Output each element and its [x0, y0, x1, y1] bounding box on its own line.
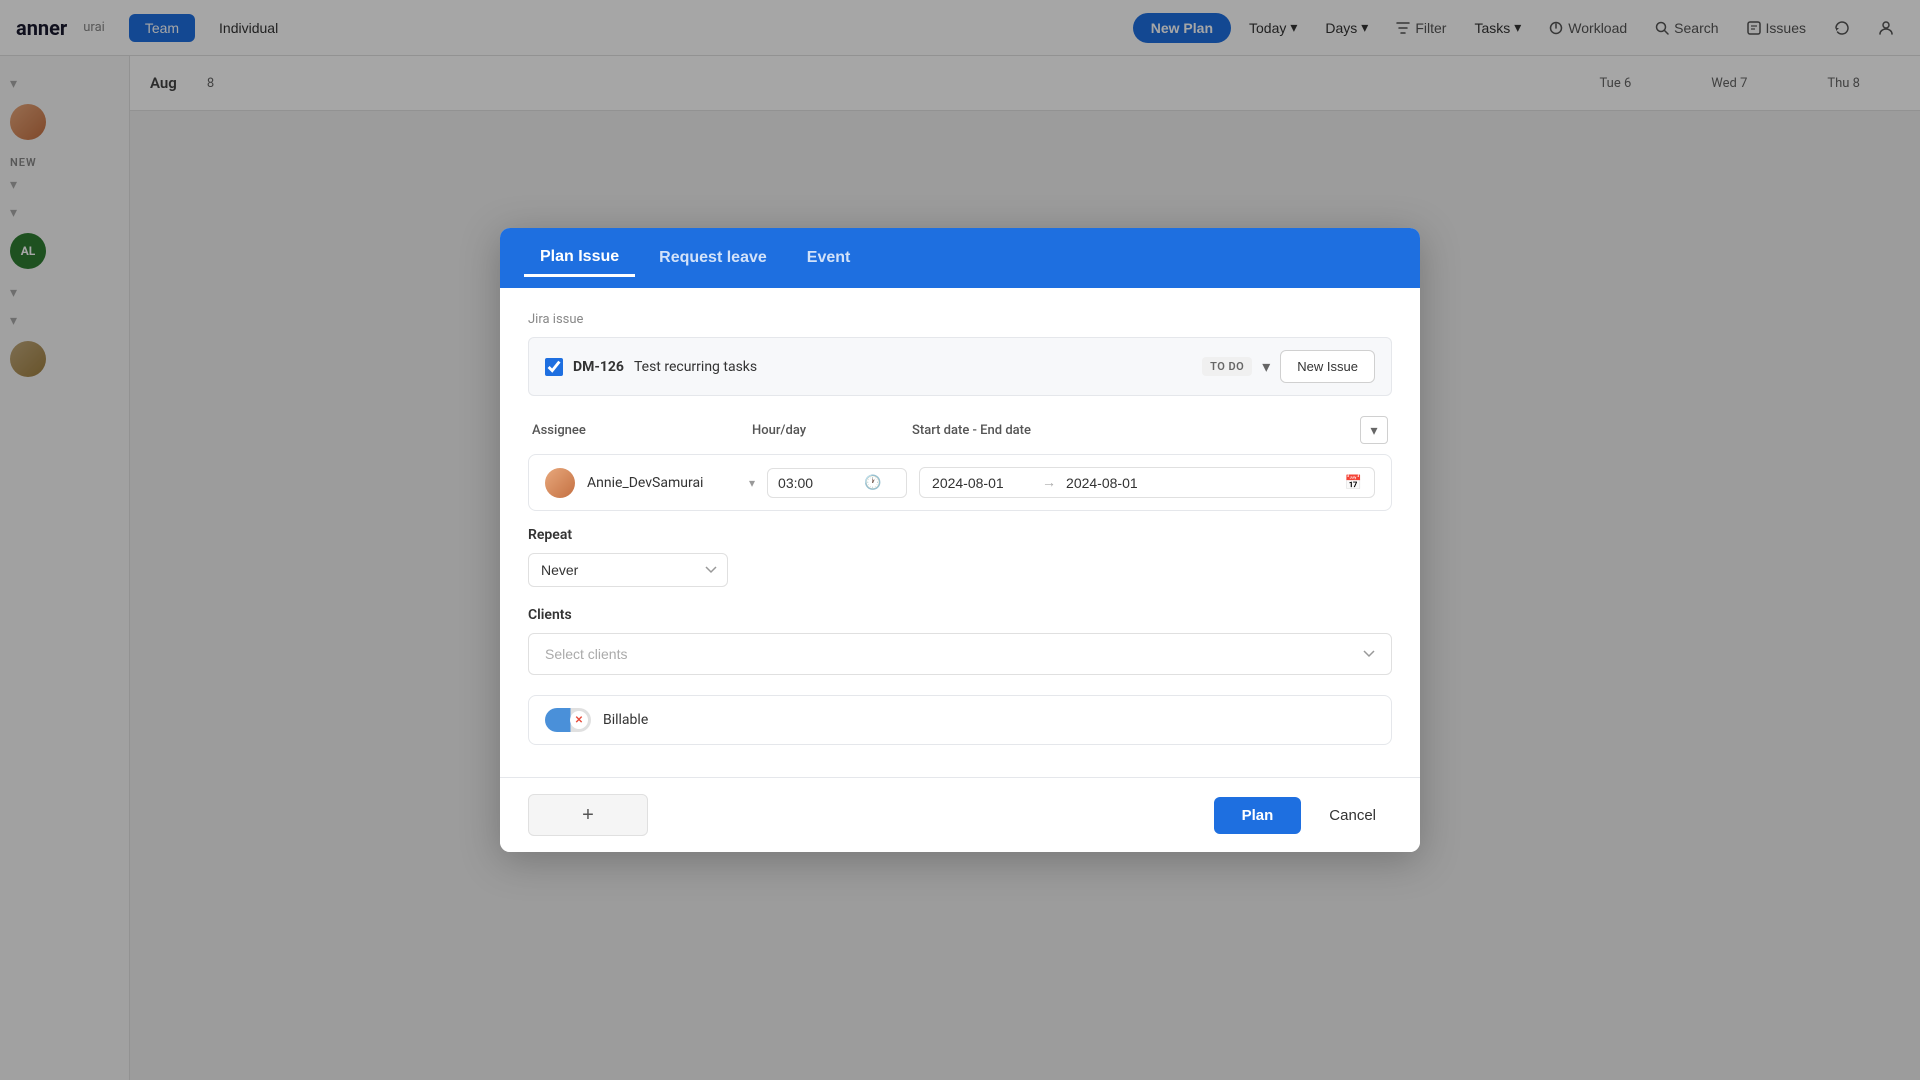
tab-plan-issue[interactable]: Plan Issue — [524, 240, 635, 277]
add-row-button[interactable]: + — [528, 794, 648, 836]
issue-status-badge: TO DO — [1202, 357, 1252, 376]
new-issue-button[interactable]: New Issue — [1280, 350, 1375, 383]
jira-section-label: Jira issue — [528, 312, 1392, 327]
issue-checkbox[interactable] — [545, 358, 563, 376]
hours-input[interactable] — [778, 475, 858, 491]
date-arrow-icon: → — [1042, 474, 1056, 491]
issue-id: DM-126 — [573, 359, 624, 375]
repeat-select[interactable]: Never Daily Weekly Monthly — [528, 553, 728, 587]
start-date-input[interactable] — [932, 475, 1032, 491]
plan-button[interactable]: Plan — [1214, 797, 1302, 834]
th-assignee: Assignee — [532, 423, 752, 438]
assignee-avatar — [545, 468, 575, 498]
issue-dropdown-button[interactable]: ▾ — [1262, 357, 1270, 377]
issue-row: DM-126 Test recurring tasks TO DO ▾ New … — [528, 337, 1392, 396]
modal-footer: + Plan Cancel — [500, 777, 1420, 852]
billable-row: ✕ Billable — [528, 695, 1392, 745]
issue-title: Test recurring tasks — [634, 359, 1192, 375]
th-hours: Hour/day — [752, 423, 912, 438]
hours-field: 🕐 — [767, 468, 907, 498]
clients-section-label: Clients — [528, 607, 1392, 623]
assignee-name[interactable]: Annie_DevSamurai — [587, 475, 737, 491]
toggle-x-icon: ✕ — [575, 715, 583, 726]
clients-select[interactable]: Select clients — [528, 633, 1392, 675]
modal-tabs-header: Plan Issue Request leave Event — [500, 228, 1420, 288]
billable-toggle[interactable]: ✕ — [545, 708, 591, 732]
dates-field: → 📅 — [919, 467, 1375, 498]
tab-request-leave[interactable]: Request leave — [643, 241, 783, 275]
calendar-icon[interactable]: 📅 — [1345, 475, 1362, 491]
tab-event[interactable]: Event — [791, 241, 867, 275]
toggle-track[interactable]: ✕ — [545, 708, 591, 732]
cancel-button[interactable]: Cancel — [1313, 797, 1392, 834]
clock-icon: 🕐 — [864, 475, 881, 491]
billable-label: Billable — [603, 712, 648, 728]
expand-button[interactable]: ▾ — [1360, 416, 1388, 444]
th-dates: Start date - End date — [912, 423, 1352, 438]
assignee-chevron-icon: ▾ — [749, 476, 755, 490]
toggle-knob: ✕ — [570, 711, 588, 729]
assignee-row: Annie_DevSamurai ▾ 🕐 → 📅 — [528, 454, 1392, 511]
plan-issue-modal: Plan Issue Request leave Event Jira issu… — [500, 228, 1420, 852]
repeat-section-label: Repeat — [528, 527, 1392, 543]
table-header: Assignee Hour/day Start date - End date … — [528, 416, 1392, 454]
modal-body: Jira issue DM-126 Test recurring tasks T… — [500, 288, 1420, 777]
end-date-input[interactable] — [1066, 475, 1166, 491]
repeat-row: Never Daily Weekly Monthly — [528, 553, 1392, 587]
